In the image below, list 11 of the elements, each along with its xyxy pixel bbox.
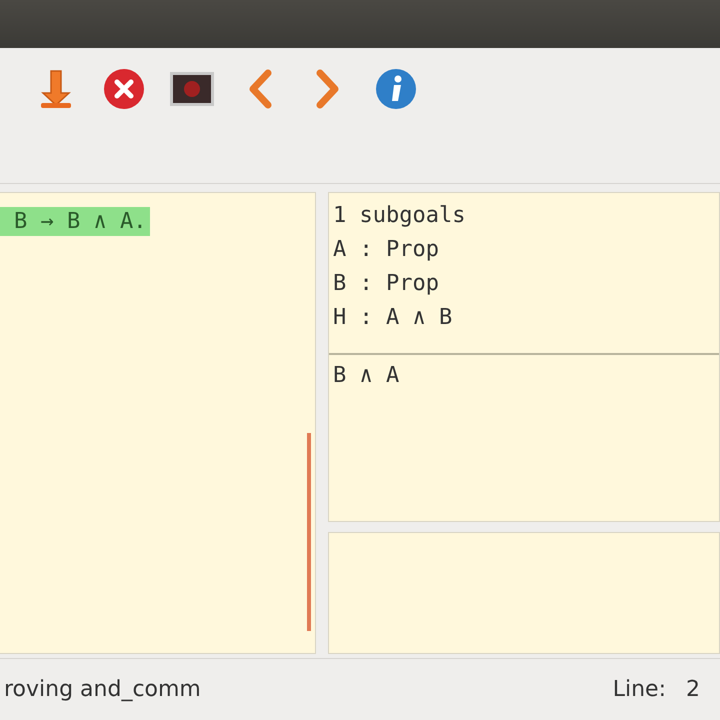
info-icon[interactable] <box>375 68 417 110</box>
line-label: Line: <box>612 677 666 702</box>
close-icon[interactable] <box>103 68 145 110</box>
hypothesis: A : Prop <box>333 236 440 264</box>
line-number: 2 <box>686 677 701 702</box>
goal-conclusion: B ∧ A <box>333 362 400 390</box>
subgoal-count: 1 subgoals <box>333 202 466 230</box>
hypothesis: H : A ∧ B <box>333 304 454 332</box>
monitor-icon[interactable] <box>169 71 215 107</box>
file-name: roving and_comm <box>3 677 202 702</box>
hypothesis: B : Prop <box>333 270 440 298</box>
